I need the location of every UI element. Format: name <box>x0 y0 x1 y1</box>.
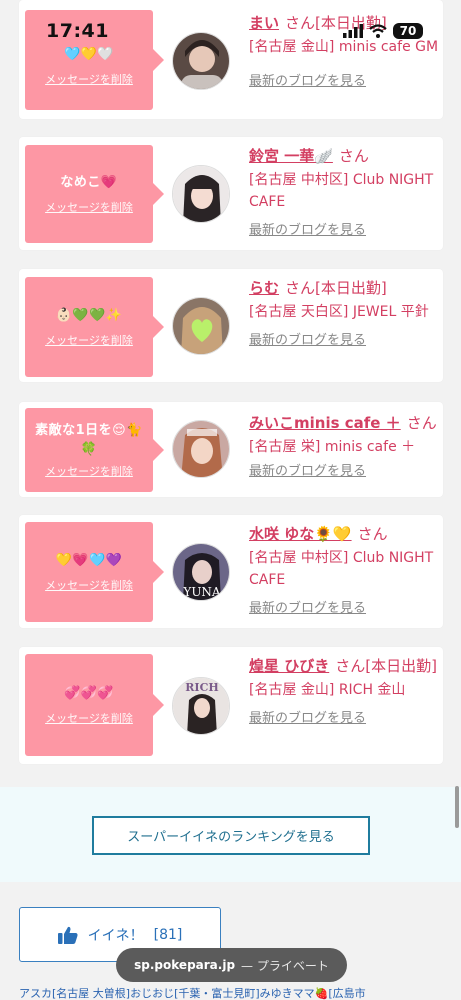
avatar[interactable] <box>172 32 230 90</box>
girl-name-link[interactable]: らむ <box>249 279 279 297</box>
latest-blog-link[interactable]: 最新のブログを見る <box>249 70 366 89</box>
latest-blog-link[interactable]: 最新のブログを見る <box>249 329 366 348</box>
message-text: なめこ💗 <box>60 175 118 190</box>
honorific: さん <box>406 414 437 432</box>
message-text: 素敵な1日を😌🐈🍀 <box>35 423 143 457</box>
name-line: 水咲 ゆな🌻💛 さん <box>249 523 439 545</box>
name-line: らむ さん[本日出勤] <box>249 277 439 299</box>
avatar[interactable]: YUNA <box>172 543 230 601</box>
delete-message-link[interactable]: メッセージを削除 <box>45 463 133 479</box>
svg-text:YUNA: YUNA <box>182 585 221 599</box>
name-line: 煌星 ひびき さん[本日出勤] <box>249 655 439 677</box>
private-label: — プライベート <box>241 958 329 973</box>
message-bubble: なめこ💗 メッセージを削除 <box>25 145 164 243</box>
message-bubble: 💞💞💞 メッセージを削除 <box>25 654 164 756</box>
delete-message-link[interactable]: メッセージを削除 <box>45 332 133 348</box>
delete-message-link[interactable]: メッセージを削除 <box>45 71 133 87</box>
store-info: [名古屋 天白区] JEWEL 平針 <box>249 304 429 320</box>
honorific: さん <box>285 279 316 297</box>
name-line: みいこminis cafe ＋ さん <box>249 412 439 434</box>
delete-message-link[interactable]: メッセージを削除 <box>45 577 133 593</box>
message-bubble: 💛💗🩵💜 メッセージを削除 <box>25 522 164 622</box>
girl-name-link[interactable]: 水咲 ゆな🌻💛 <box>249 525 352 543</box>
url-host: sp.pokepara.jp <box>134 958 236 972</box>
name-line: まい さん[本日出勤] <box>249 12 439 34</box>
work-status: [本日出勤] <box>315 14 387 32</box>
girl-info: みいこminis cafe ＋ さん [名古屋 栄] minis cafe ＋ 最… <box>249 412 439 479</box>
delete-message-link[interactable]: メッセージを削除 <box>45 199 133 215</box>
avatar[interactable]: RICH <box>172 677 230 735</box>
store-info: [名古屋 金山] minis cafe GM <box>249 39 439 55</box>
latest-blog-link[interactable]: 最新のブログを見る <box>249 707 366 726</box>
svg-text:RICH: RICH <box>185 681 218 694</box>
message-text: 🩵💛🤍 <box>63 47 115 62</box>
work-status: [本日出勤] <box>315 279 387 297</box>
message-card: なめこ💗 メッセージを削除 鈴宮 一華🪽 さん [名古屋 中村区] Club NI… <box>19 137 443 250</box>
girl-info: らむ さん[本日出勤] [名古屋 天白区] JEWEL 平針 最新のブログを見る <box>249 277 439 348</box>
avatar[interactable] <box>172 165 230 223</box>
honorific: さん <box>285 14 316 32</box>
store-info: [名古屋 中村区] Club NIGHT CAFE <box>249 550 434 588</box>
name-line: 鈴宮 一華🪽 さん <box>249 145 439 167</box>
like-count: [81] <box>153 926 183 943</box>
girl-info: 水咲 ゆな🌻💛 さん [名古屋 中村区] Club NIGHT CAFE 最新のブ… <box>249 523 439 616</box>
scrollbar[interactable] <box>455 786 459 828</box>
girl-info: まい さん[本日出勤] [名古屋 金山] minis cafe GM 最新のブログ… <box>249 12 439 89</box>
message-text: 💞💞💞 <box>63 686 115 701</box>
message-card: 💛💗🩵💜 メッセージを削除 YUNA 水咲 ゆな🌻💛 さん [名古屋 中村区] C… <box>19 515 443 628</box>
girl-name-link[interactable]: まい <box>249 14 279 32</box>
girl-name-link[interactable]: 鈴宮 一華🪽 <box>249 147 333 165</box>
work-status: [本日出勤] <box>365 657 437 675</box>
avatar[interactable] <box>172 420 230 478</box>
message-bubble: 👶🏻💚💚✨ メッセージを削除 <box>25 277 164 377</box>
latest-blog-link[interactable]: 最新のブログを見る <box>249 597 366 616</box>
like-label: イイネ！ <box>87 927 144 944</box>
message-text: 💛💗🩵💜 <box>55 553 123 568</box>
message-card: 💞💞💞 メッセージを削除 RICH 煌星 ひびき さん[本日出勤] [名古屋 金山… <box>19 647 443 764</box>
avatar[interactable] <box>172 297 230 355</box>
girl-info: 鈴宮 一華🪽 さん [名古屋 中村区] Club NIGHT CAFE 最新のブロ… <box>249 145 439 238</box>
message-text: 👶🏻💚💚✨ <box>55 308 123 323</box>
message-card: 素敵な1日を😌🐈🍀 メッセージを削除 みいこminis cafe ＋ さん [名古… <box>19 402 443 497</box>
message-bubble: 🩵💛🤍 メッセージを削除 <box>25 10 164 110</box>
thumbs-up-icon <box>57 926 78 944</box>
message-bubble: 素敵な1日を😌🐈🍀 メッセージを削除 <box>25 408 164 492</box>
delete-message-link[interactable]: メッセージを削除 <box>45 710 133 726</box>
girl-name-link[interactable]: 煌星 ひびき <box>249 657 329 675</box>
honorific: さん <box>338 147 369 165</box>
girl-info: 煌星 ひびき さん[本日出勤] [名古屋 金山] RICH 金山 最新のブログを見… <box>249 655 439 726</box>
message-card: 👶🏻💚💚✨ メッセージを削除 らむ さん[本日出勤] [名古屋 天白区] JEWE… <box>19 269 443 382</box>
store-info: [名古屋 金山] RICH 金山 <box>249 682 406 698</box>
store-info: [名古屋 中村区] Club NIGHT CAFE <box>249 172 434 210</box>
super-like-ranking-button[interactable]: スーパーイイネのランキングを見る <box>92 816 370 855</box>
bottom-links[interactable]: アスカ[名古屋 大曽根]おじおじ[千葉・富士見町]みゆきママ🍓[広島市 <box>19 987 459 1000</box>
latest-blog-link[interactable]: 最新のブログを見る <box>249 460 366 479</box>
store-info: [名古屋 栄] minis cafe ＋ <box>249 439 416 455</box>
honorific: さん <box>335 657 366 675</box>
honorific: さん <box>357 525 388 543</box>
girl-name-link[interactable]: みいこminis cafe ＋ <box>249 414 401 432</box>
latest-blog-link[interactable]: 最新のブログを見る <box>249 219 366 238</box>
url-bar[interactable]: sp.pokepara.jp — プライベート <box>116 948 347 982</box>
message-card: 🩵💛🤍 メッセージを削除 まい さん[本日出勤] [名古屋 金山] minis c… <box>19 0 443 119</box>
